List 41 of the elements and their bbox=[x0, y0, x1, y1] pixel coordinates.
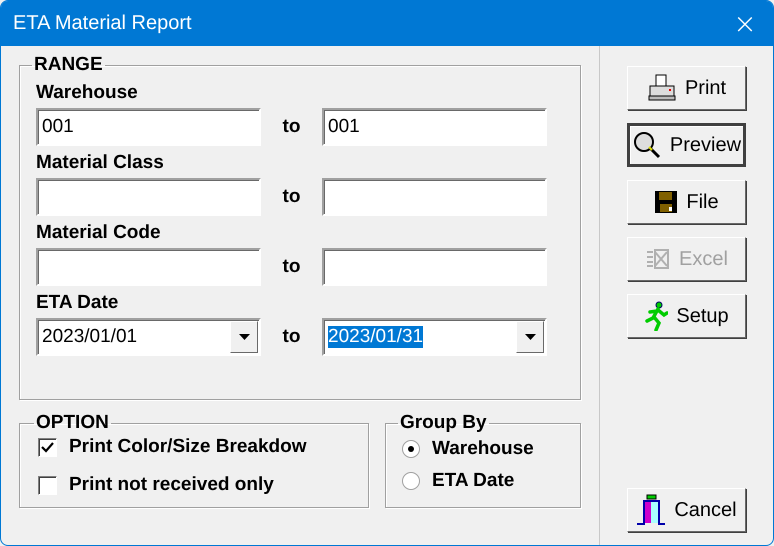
input-field[interactable] bbox=[322, 178, 547, 216]
to-label: to bbox=[282, 186, 302, 208]
preview-button[interactable]: Preview bbox=[627, 123, 746, 167]
input-field[interactable] bbox=[36, 248, 261, 286]
radio-button[interactable] bbox=[402, 472, 420, 490]
checkbox[interactable] bbox=[38, 438, 57, 456]
caret-icon bbox=[238, 334, 250, 340]
checkbox-label: Print Color/Size Breakdow bbox=[69, 436, 307, 458]
magnifier-icon bbox=[632, 130, 662, 160]
group-title: OPTION bbox=[35, 412, 110, 434]
print-button[interactable]: Print bbox=[627, 66, 746, 110]
radio-button[interactable] bbox=[402, 440, 420, 458]
field-label: Material Code bbox=[36, 222, 162, 244]
printer-icon bbox=[646, 74, 677, 102]
input-field[interactable]: 001 bbox=[36, 108, 261, 146]
to-label: to bbox=[282, 326, 302, 348]
input-field[interactable] bbox=[322, 248, 547, 286]
caret-icon bbox=[524, 334, 536, 340]
door-exit-icon bbox=[636, 494, 666, 526]
radio-label: ETA Date bbox=[432, 470, 514, 492]
group-title: Group By bbox=[399, 412, 488, 434]
date-dropdown[interactable]: 2023/01/01 bbox=[36, 318, 261, 356]
checkbox[interactable] bbox=[38, 476, 57, 494]
group-title: RANGE bbox=[33, 54, 104, 76]
field-label: Material Class bbox=[36, 152, 165, 174]
field-label: ETA Date bbox=[36, 292, 120, 314]
to-label: to bbox=[282, 256, 302, 278]
spreadsheet-icon bbox=[645, 248, 672, 270]
running-figure-icon bbox=[644, 301, 668, 331]
window-title: ETA Material Report bbox=[13, 12, 192, 35]
checkbox-label: Print not received only bbox=[69, 474, 274, 496]
file-button[interactable]: File bbox=[627, 180, 746, 224]
input-field[interactable]: 001 bbox=[322, 108, 547, 146]
date-dropdown[interactable]: 2023/01/31 bbox=[322, 318, 547, 356]
close-button[interactable]: × bbox=[717, 1, 773, 46]
input-field[interactable] bbox=[36, 178, 261, 216]
cancel-button[interactable]: Cancel bbox=[627, 488, 746, 532]
to-label: to bbox=[282, 116, 302, 138]
radio-label: Warehouse bbox=[432, 438, 534, 460]
field-label: Warehouse bbox=[36, 82, 139, 104]
setup-button[interactable]: Setup bbox=[627, 294, 746, 338]
